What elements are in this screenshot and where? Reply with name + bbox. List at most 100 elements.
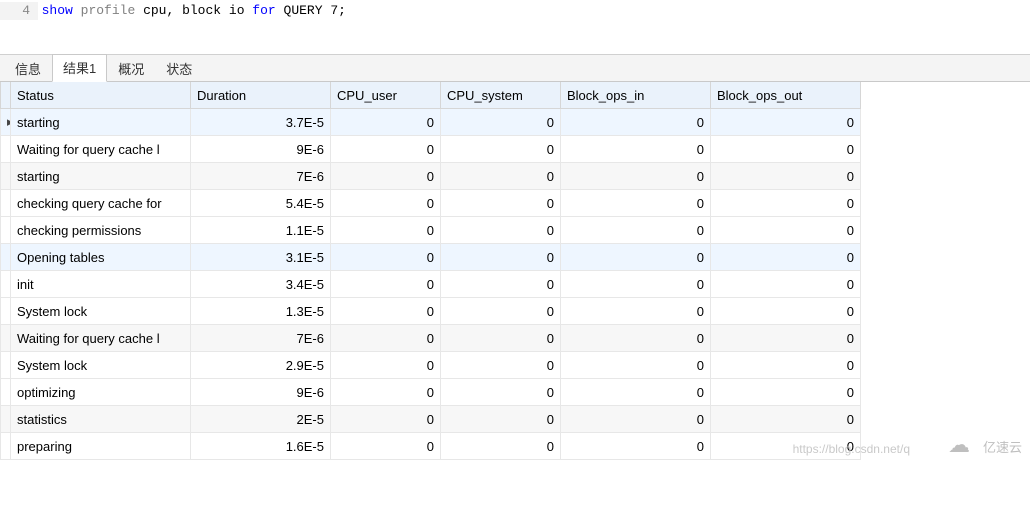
cell-cpu-user[interactable]: 0 — [331, 217, 441, 244]
cell-cpu-system[interactable]: 0 — [441, 217, 561, 244]
cell-cpu-system[interactable]: 0 — [441, 109, 561, 136]
cell-block-ops-out[interactable]: 0 — [711, 109, 861, 136]
table-row[interactable]: checking query cache for5.4E-50000 — [1, 190, 861, 217]
cell-duration[interactable]: 9E-6 — [191, 379, 331, 406]
cell-block-ops-out[interactable]: 0 — [711, 163, 861, 190]
cell-block-ops-in[interactable]: 0 — [561, 190, 711, 217]
col-duration[interactable]: Duration — [191, 82, 331, 109]
cell-status[interactable]: init — [11, 271, 191, 298]
cell-cpu-user[interactable]: 0 — [331, 379, 441, 406]
cell-block-ops-in[interactable]: 0 — [561, 217, 711, 244]
cell-status[interactable]: statistics — [11, 406, 191, 433]
cell-duration[interactable]: 7E-6 — [191, 163, 331, 190]
table-row[interactable]: starting7E-60000 — [1, 163, 861, 190]
cell-block-ops-out[interactable]: 0 — [711, 325, 861, 352]
cell-cpu-system[interactable]: 0 — [441, 352, 561, 379]
cell-duration[interactable]: 1.3E-5 — [191, 298, 331, 325]
row-marker[interactable] — [1, 136, 11, 163]
cell-status[interactable]: Waiting for query cache l — [11, 136, 191, 163]
row-marker[interactable] — [1, 217, 11, 244]
cell-cpu-system[interactable]: 0 — [441, 433, 561, 460]
cell-status[interactable]: checking query cache for — [11, 190, 191, 217]
cell-duration[interactable]: 3.7E-5 — [191, 109, 331, 136]
row-marker[interactable] — [1, 244, 11, 271]
cell-status[interactable]: optimizing — [11, 379, 191, 406]
cell-status[interactable]: starting — [11, 109, 191, 136]
cell-cpu-system[interactable]: 0 — [441, 406, 561, 433]
cell-block-ops-out[interactable]: 0 — [711, 379, 861, 406]
cell-cpu-user[interactable]: 0 — [331, 109, 441, 136]
cell-block-ops-in[interactable]: 0 — [561, 298, 711, 325]
row-marker[interactable] — [1, 271, 11, 298]
cell-cpu-user[interactable]: 0 — [331, 271, 441, 298]
cell-block-ops-out[interactable]: 0 — [711, 136, 861, 163]
cell-cpu-user[interactable]: 0 — [331, 190, 441, 217]
table-row[interactable]: statistics2E-50000 — [1, 406, 861, 433]
table-row[interactable]: checking permissions1.1E-50000 — [1, 217, 861, 244]
cell-cpu-system[interactable]: 0 — [441, 379, 561, 406]
cell-cpu-user[interactable]: 0 — [331, 298, 441, 325]
row-marker[interactable] — [1, 406, 11, 433]
table-row[interactable]: init3.4E-50000 — [1, 271, 861, 298]
cell-block-ops-out[interactable]: 0 — [711, 352, 861, 379]
cell-block-ops-out[interactable]: 0 — [711, 298, 861, 325]
cell-cpu-user[interactable]: 0 — [331, 433, 441, 460]
cell-duration[interactable]: 3.1E-5 — [191, 244, 331, 271]
cell-block-ops-in[interactable]: 0 — [561, 136, 711, 163]
cell-block-ops-out[interactable]: 0 — [711, 217, 861, 244]
table-row[interactable]: System lock2.9E-50000 — [1, 352, 861, 379]
cell-status[interactable]: preparing — [11, 433, 191, 460]
cell-block-ops-in[interactable]: 0 — [561, 379, 711, 406]
table-row[interactable]: Waiting for query cache l9E-60000 — [1, 136, 861, 163]
cell-block-ops-out[interactable]: 0 — [711, 271, 861, 298]
cell-status[interactable]: System lock — [11, 298, 191, 325]
cell-block-ops-in[interactable]: 0 — [561, 109, 711, 136]
cell-status[interactable]: Waiting for query cache l — [11, 325, 191, 352]
col-rowmark[interactable] — [1, 82, 11, 109]
table-row[interactable]: ▸starting3.7E-50000 — [1, 109, 861, 136]
table-row[interactable]: Waiting for query cache l7E-60000 — [1, 325, 861, 352]
col-status[interactable]: Status — [11, 82, 191, 109]
cell-duration[interactable]: 2E-5 — [191, 406, 331, 433]
cell-cpu-user[interactable]: 0 — [331, 406, 441, 433]
row-marker[interactable] — [1, 379, 11, 406]
col-block-ops-in[interactable]: Block_ops_in — [561, 82, 711, 109]
row-marker[interactable] — [1, 298, 11, 325]
cell-block-ops-out[interactable]: 0 — [711, 433, 861, 460]
col-block-ops-out[interactable]: Block_ops_out — [711, 82, 861, 109]
col-cpu-system[interactable]: CPU_system — [441, 82, 561, 109]
tab-status[interactable]: 状态 — [155, 55, 203, 82]
table-row[interactable]: System lock1.3E-50000 — [1, 298, 861, 325]
row-marker[interactable] — [1, 325, 11, 352]
cell-cpu-system[interactable]: 0 — [441, 271, 561, 298]
tab-result1[interactable]: 结果1 — [52, 54, 107, 82]
cell-block-ops-in[interactable]: 0 — [561, 325, 711, 352]
table-row[interactable]: optimizing9E-60000 — [1, 379, 861, 406]
cell-block-ops-out[interactable]: 0 — [711, 190, 861, 217]
col-cpu-user[interactable]: CPU_user — [331, 82, 441, 109]
row-marker[interactable] — [1, 352, 11, 379]
cell-status[interactable]: starting — [11, 163, 191, 190]
cell-block-ops-in[interactable]: 0 — [561, 433, 711, 460]
result-grid[interactable]: Status Duration CPU_user CPU_system Bloc… — [0, 82, 861, 460]
cell-block-ops-out[interactable]: 0 — [711, 244, 861, 271]
row-marker[interactable] — [1, 433, 11, 460]
cell-cpu-system[interactable]: 0 — [441, 163, 561, 190]
row-marker[interactable] — [1, 190, 11, 217]
tab-overview[interactable]: 概况 — [107, 55, 155, 82]
cell-duration[interactable]: 3.4E-5 — [191, 271, 331, 298]
cell-cpu-system[interactable]: 0 — [441, 244, 561, 271]
cell-block-ops-in[interactable]: 0 — [561, 406, 711, 433]
cell-cpu-system[interactable]: 0 — [441, 325, 561, 352]
cell-duration[interactable]: 1.6E-5 — [191, 433, 331, 460]
cell-duration[interactable]: 7E-6 — [191, 325, 331, 352]
table-row[interactable]: Opening tables3.1E-50000 — [1, 244, 861, 271]
cell-block-ops-in[interactable]: 0 — [561, 244, 711, 271]
cell-block-ops-in[interactable]: 0 — [561, 352, 711, 379]
cell-block-ops-in[interactable]: 0 — [561, 271, 711, 298]
cell-cpu-system[interactable]: 0 — [441, 298, 561, 325]
cell-block-ops-in[interactable]: 0 — [561, 163, 711, 190]
row-marker[interactable]: ▸ — [1, 109, 11, 136]
cell-cpu-user[interactable]: 0 — [331, 352, 441, 379]
cell-block-ops-out[interactable]: 0 — [711, 406, 861, 433]
